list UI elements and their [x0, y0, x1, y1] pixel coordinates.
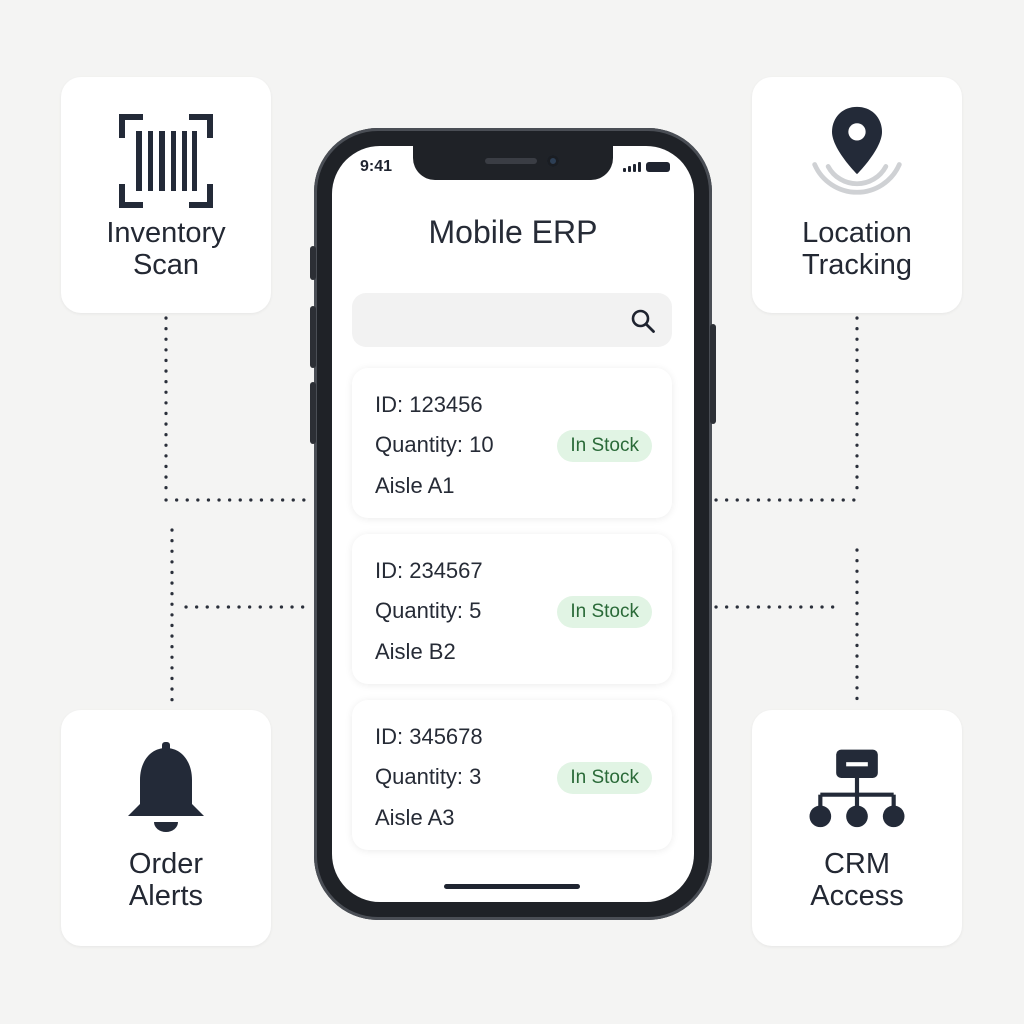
search-icon[interactable]: [630, 308, 656, 334]
location-pin-icon: [807, 103, 907, 203]
front-camera: [547, 155, 559, 167]
barcode-scan-icon: [116, 111, 216, 211]
signal-icon: [623, 162, 641, 172]
feature-card-inventory-scan[interactable]: Inventory Scan: [61, 77, 271, 313]
item-aisle: Aisle A3: [375, 805, 455, 830]
volume-up-button: [310, 306, 316, 368]
feature-label: Order Alerts: [128, 848, 204, 912]
mute-switch: [310, 246, 316, 280]
phone-notch: [413, 146, 613, 180]
item-aisle: Aisle B2: [375, 639, 456, 664]
home-indicator[interactable]: [444, 884, 580, 889]
item-quantity: Quantity: 5: [375, 598, 482, 623]
inventory-item-card[interactable]: ID: 123456 Quantity: 10 Aisle A1 In Stoc…: [352, 368, 672, 518]
item-id: ID: 123456: [375, 392, 483, 417]
feature-label: Inventory Scan: [106, 217, 226, 281]
app-title: Mobile ERP: [428, 214, 598, 250]
battery-icon: [646, 162, 670, 172]
speaker-grille: [485, 158, 537, 164]
status-badge: In Stock: [557, 596, 652, 628]
bell-icon: [116, 740, 216, 840]
org-hierarchy-icon: [807, 738, 907, 838]
inventory-item-card[interactable]: ID: 234567 Quantity: 5 Aisle B2 In Stock: [352, 534, 672, 684]
status-badge: In Stock: [557, 430, 652, 462]
feature-card-crm-access[interactable]: CRM Access: [752, 710, 962, 946]
feature-label: CRM Access: [810, 848, 904, 912]
status-time: 9:41: [360, 158, 393, 175]
item-id: ID: 345678: [375, 724, 483, 749]
feature-label: Location Tracking: [801, 217, 913, 281]
item-quantity: Quantity: 10: [375, 432, 494, 457]
feature-card-order-alerts[interactable]: Order Alerts: [61, 710, 271, 946]
phone-screen: 9:41 Mobile ERP ID: 123456 Quantity: 10 …: [332, 146, 694, 902]
phone-device: 9:41 Mobile ERP ID: 123456 Quantity: 10 …: [310, 128, 716, 920]
search-input[interactable]: [366, 293, 620, 349]
item-quantity: Quantity: 3: [375, 764, 482, 789]
search-bar[interactable]: [352, 293, 672, 349]
status-badge: In Stock: [557, 762, 652, 794]
inventory-item-card[interactable]: ID: 345678 Quantity: 3 Aisle A3 In Stock: [352, 700, 672, 850]
feature-card-location-tracking[interactable]: Location Tracking: [752, 77, 962, 313]
item-aisle: Aisle A1: [375, 473, 455, 498]
item-id: ID: 234567: [375, 558, 483, 583]
power-button: [710, 324, 716, 424]
volume-down-button: [310, 382, 316, 444]
status-icons: [623, 162, 670, 172]
